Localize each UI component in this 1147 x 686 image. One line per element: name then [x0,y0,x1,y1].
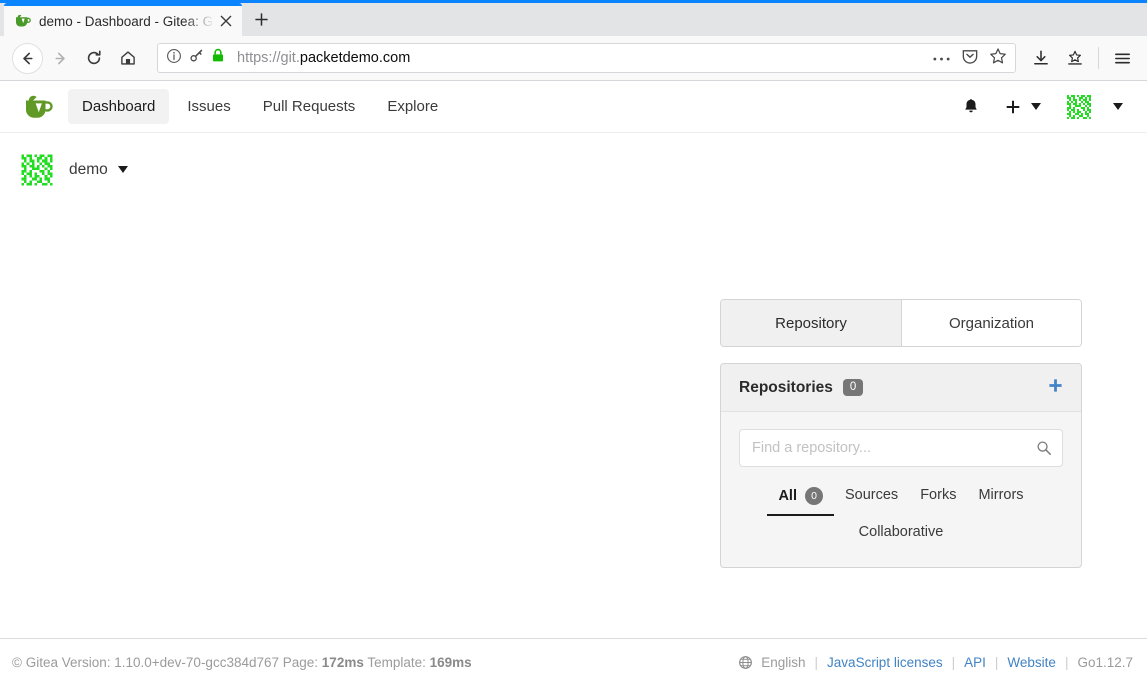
dashboard-context-switcher[interactable]: demo [0,133,1147,206]
footer-version-info: © Gitea Version: 1.10.0+dev-70-gcc384d76… [12,655,472,670]
tab-repository[interactable]: Repository [721,300,901,346]
footer-language[interactable]: English [761,655,805,670]
nav-item-pull-requests[interactable]: Pull Requests [249,89,370,124]
footer-copyright: © Gitea Version: 1.10.0+dev-70-gcc384d76… [12,655,319,670]
new-repository-plus-icon[interactable] [1046,376,1065,400]
browser-navigation-bar: https://git.packetdemo.com [0,36,1147,81]
gitea-footer: © Gitea Version: 1.10.0+dev-70-gcc384d76… [0,638,1147,686]
chevron-down-icon[interactable] [117,166,128,173]
repository-filter-tabs: All 0 Sources Forks Mirrors Collaborativ… [739,481,1063,551]
chevron-down-icon [1113,103,1123,110]
filter-tab-sources[interactable]: Sources [834,481,909,514]
hamburger-menu-icon[interactable] [1105,41,1139,75]
repository-search-input[interactable] [739,429,1063,467]
footer-template-time: 169ms [429,655,472,670]
repository-search-wrap [739,429,1063,467]
globe-icon [738,655,753,670]
footer-separator: | [1064,655,1069,670]
context-type-tabs: Repository Organization [720,299,1082,347]
browser-tabstrip: demo - Dashboard - Gitea: G [0,0,1147,36]
downloads-icon[interactable] [1024,41,1058,75]
browser-tab-title: demo - Dashboard - Gitea: G [39,13,214,29]
chevron-down-icon [1031,103,1041,110]
url-text[interactable]: https://git.packetdemo.com [237,50,932,66]
dashboard-right-panel: Repository Organization Repositories 0 F… [720,299,1082,568]
url-bar-actions [932,47,1009,70]
footer-link-javascript-licenses[interactable]: JavaScript licenses [827,655,943,670]
back-button[interactable] [12,42,43,74]
repositories-title: Repositories [739,378,833,396]
page-actions-icon[interactable] [932,49,951,67]
new-tab-button[interactable] [242,3,280,36]
repositories-panel-body: All 0 Sources Forks Mirrors [721,412,1081,567]
filter-tabs-row-2: Collaborative [739,518,1063,551]
nav-item-explore[interactable]: Explore [373,89,452,124]
filter-tab-forks-label: Forks [920,487,957,503]
filter-tab-collaborative-label: Collaborative [858,524,944,540]
close-tab-icon[interactable] [216,11,236,31]
gitea-favicon-icon [14,13,31,30]
filter-tab-sources-label: Sources [844,487,899,503]
repositories-panel-header: Repositories 0 [721,364,1081,412]
site-identity-block [166,48,225,69]
library-icon[interactable] [1058,41,1092,75]
footer-go-version: Go1.12.7 [1077,655,1133,670]
user-avatar-identicon [1065,92,1093,121]
page-info-icon[interactable] [166,48,182,69]
repositories-count-badge: 0 [842,378,864,397]
filter-tab-forks[interactable]: Forks [909,481,967,514]
gitea-navbar-right [950,89,1127,125]
footer-separator: | [994,655,999,670]
toolbar-divider [1098,47,1099,69]
user-menu-button[interactable] [1053,89,1127,125]
lock-icon[interactable] [211,48,225,68]
bookmark-star-icon[interactable] [989,47,1007,70]
filter-tab-mirrors-label: Mirrors [978,487,1024,503]
forward-button[interactable] [43,41,77,75]
key-permission-icon[interactable] [189,48,204,68]
notifications-bell-icon[interactable] [950,89,992,125]
reload-button[interactable] [77,41,111,75]
gitea-nav-items: Dashboard Issues Pull Requests Explore [68,89,452,124]
pocket-icon[interactable] [961,47,979,70]
url-bar[interactable]: https://git.packetdemo.com [157,43,1016,73]
filter-tab-all[interactable]: All 0 [767,481,834,516]
gitea-logo-icon[interactable] [22,91,54,123]
browser-tab[interactable]: demo - Dashboard - Gitea: G [4,3,242,36]
user-avatar-identicon [19,151,55,188]
filter-tab-collaborative[interactable]: Collaborative [848,518,955,551]
dashboard-content: Repository Organization Repositories 0 F… [0,206,1147,611]
footer-links: English | JavaScript licenses | API | We… [738,655,1133,670]
repositories-panel: Repositories 0 Find a repository... All … [720,363,1082,568]
footer-page-time: 172ms [321,655,364,670]
tab-organization[interactable]: Organization [901,300,1081,346]
home-button[interactable] [111,41,145,75]
url-scheme: https://git. [237,50,300,66]
gitea-page: Dashboard Issues Pull Requests Explore d… [0,81,1147,686]
context-user-name: demo [69,160,108,178]
filter-tab-mirrors[interactable]: Mirrors [967,481,1034,514]
filter-tab-all-label: All [778,488,797,504]
gitea-navbar: Dashboard Issues Pull Requests Explore [0,81,1147,133]
browser-chrome: demo - Dashboard - Gitea: G https://git.… [0,0,1147,81]
filter-tab-all-badge: 0 [804,487,823,505]
nav-item-dashboard[interactable]: Dashboard [68,89,170,124]
browser-toolbar-right [1024,41,1139,75]
search-icon[interactable] [1036,440,1052,456]
url-host: packetdemo.com [299,50,411,66]
footer-separator: | [951,655,956,670]
footer-link-api[interactable]: API [964,655,986,670]
footer-link-website[interactable]: Website [1007,655,1056,670]
footer-separator: | [814,655,819,670]
nav-item-issues[interactable]: Issues [173,89,244,124]
footer-template-label: Template: [367,655,426,670]
create-new-button[interactable] [992,89,1053,125]
